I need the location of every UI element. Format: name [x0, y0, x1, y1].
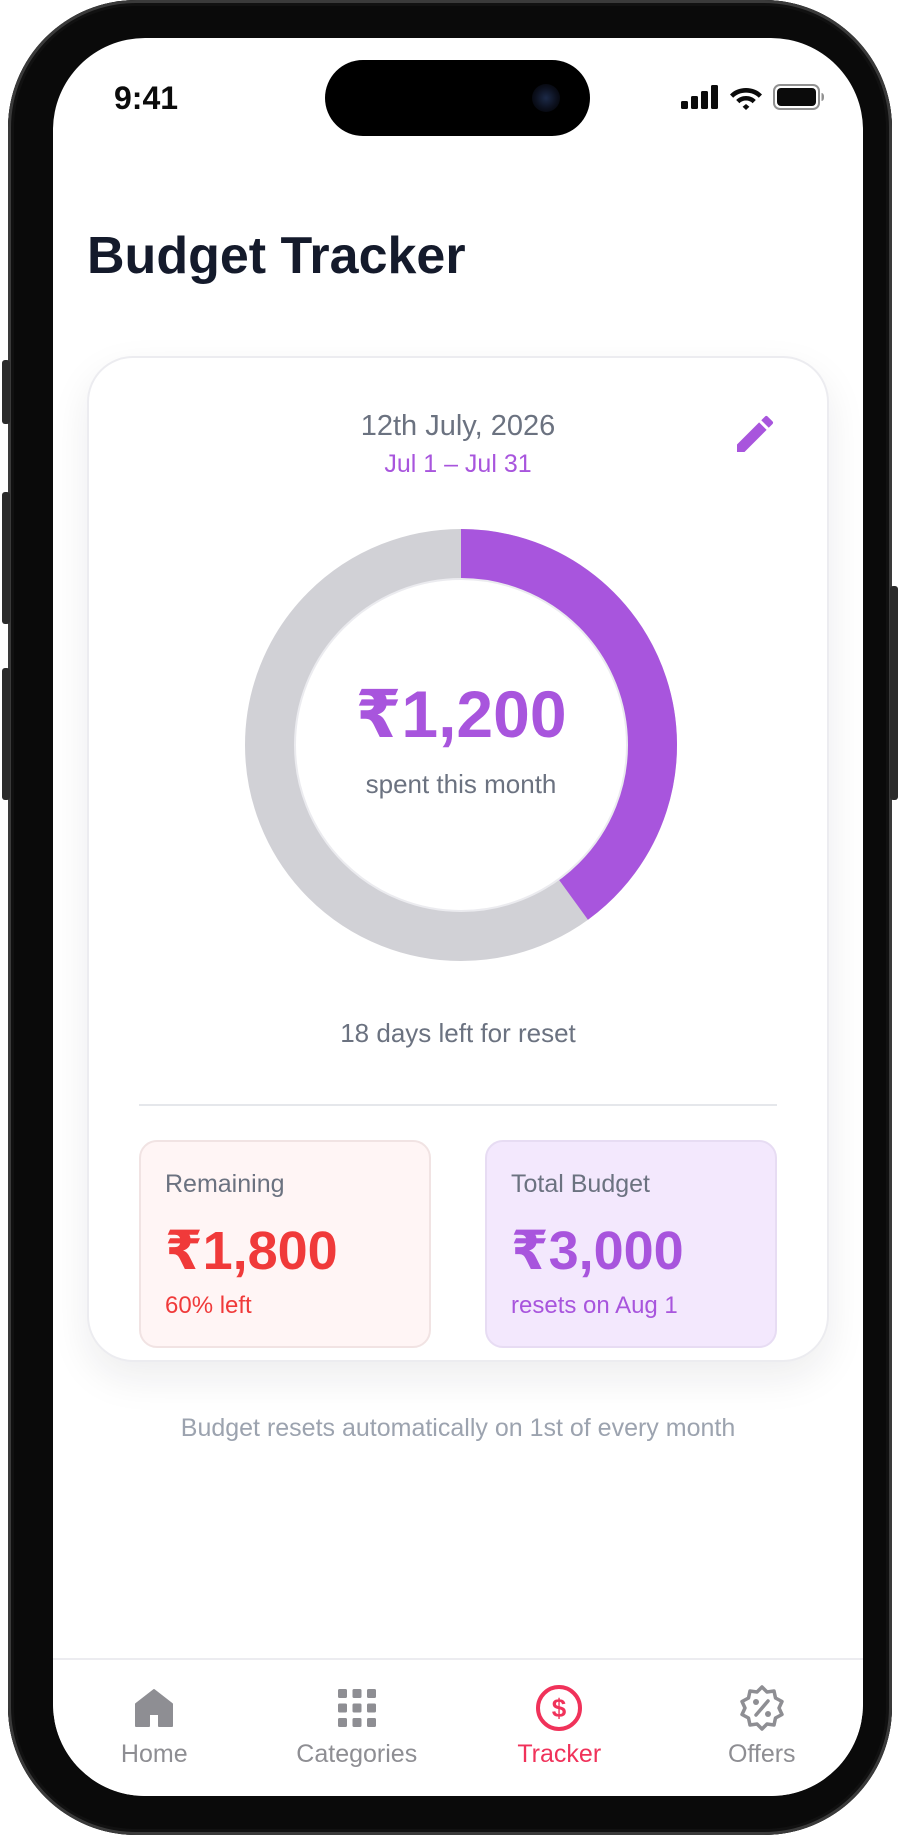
spent-amount: ₹1,200 — [355, 677, 567, 751]
volume-down-button — [2, 668, 10, 800]
edit-budget-button[interactable] — [731, 410, 779, 458]
dynamic-island — [325, 60, 590, 136]
status-icons — [681, 84, 825, 110]
tab-tracker[interactable]: $ Tracker — [458, 1660, 661, 1796]
tab-home[interactable]: Home — [53, 1660, 256, 1796]
page-title: Budget Tracker — [87, 227, 466, 285]
camera-icon — [532, 84, 560, 112]
current-date: 12th July, 2026 — [360, 410, 556, 442]
total-budget-label: Total Budget — [511, 1170, 650, 1198]
reset-date: resets on Aug 1 — [511, 1292, 678, 1319]
battery-icon — [773, 84, 824, 110]
remaining-stat-box: Remaining ₹1,800 60% left — [139, 1140, 431, 1348]
budget-card: 12th July, 2026 Jul 1 – Jul 31 ₹1,200 sp… — [87, 356, 829, 1362]
remaining-value: ₹1,800 — [165, 1221, 338, 1281]
bottom-tab-bar: Home Categories $ Tracker Offers — [53, 1658, 863, 1796]
tab-offers[interactable]: Offers — [661, 1660, 864, 1796]
grid-icon — [337, 1689, 376, 1727]
tab-label: Offers — [727, 1740, 796, 1768]
action-button — [2, 360, 10, 424]
cellular-signal-icon — [681, 85, 718, 109]
spending-donut-chart: ₹1,200 spent this month — [244, 528, 678, 962]
svg-text:$: $ — [552, 1693, 567, 1723]
donut-center: ₹1,200 spent this month — [244, 528, 678, 962]
tab-categories[interactable]: Categories — [256, 1660, 459, 1796]
total-budget-value: ₹3,000 — [511, 1221, 684, 1281]
remaining-label: Remaining — [165, 1170, 285, 1198]
wifi-icon — [730, 88, 762, 110]
days-left-text: 18 days left for reset — [340, 1018, 576, 1048]
power-button — [890, 586, 898, 800]
remaining-percent: 60% left — [165, 1292, 252, 1319]
reset-footnote: Budget resets automatically on 1st of ev… — [180, 1414, 736, 1442]
screen: 9:41 Budget Tracker 12th July, 2026 Jul … — [53, 38, 863, 1796]
phone-frame: 9:41 Budget Tracker 12th July, 2026 Jul … — [2, 0, 898, 1835]
volume-up-button — [2, 492, 10, 624]
tab-label: Tracker — [517, 1740, 602, 1768]
discount-badge-icon — [740, 1685, 784, 1731]
card-divider — [139, 1104, 777, 1106]
budget-period: Jul 1 – Jul 31 — [384, 450, 532, 478]
tab-label: Home — [120, 1740, 188, 1768]
spent-label: spent this month — [365, 769, 557, 799]
home-icon — [135, 1689, 174, 1727]
total-budget-stat-box: Total Budget ₹3,000 resets on Aug 1 — [485, 1140, 777, 1348]
status-time: 9:41 — [114, 80, 179, 116]
tab-label: Categories — [296, 1740, 418, 1768]
pencil-icon — [737, 415, 774, 452]
dollar-circle-icon: $ — [536, 1685, 583, 1731]
